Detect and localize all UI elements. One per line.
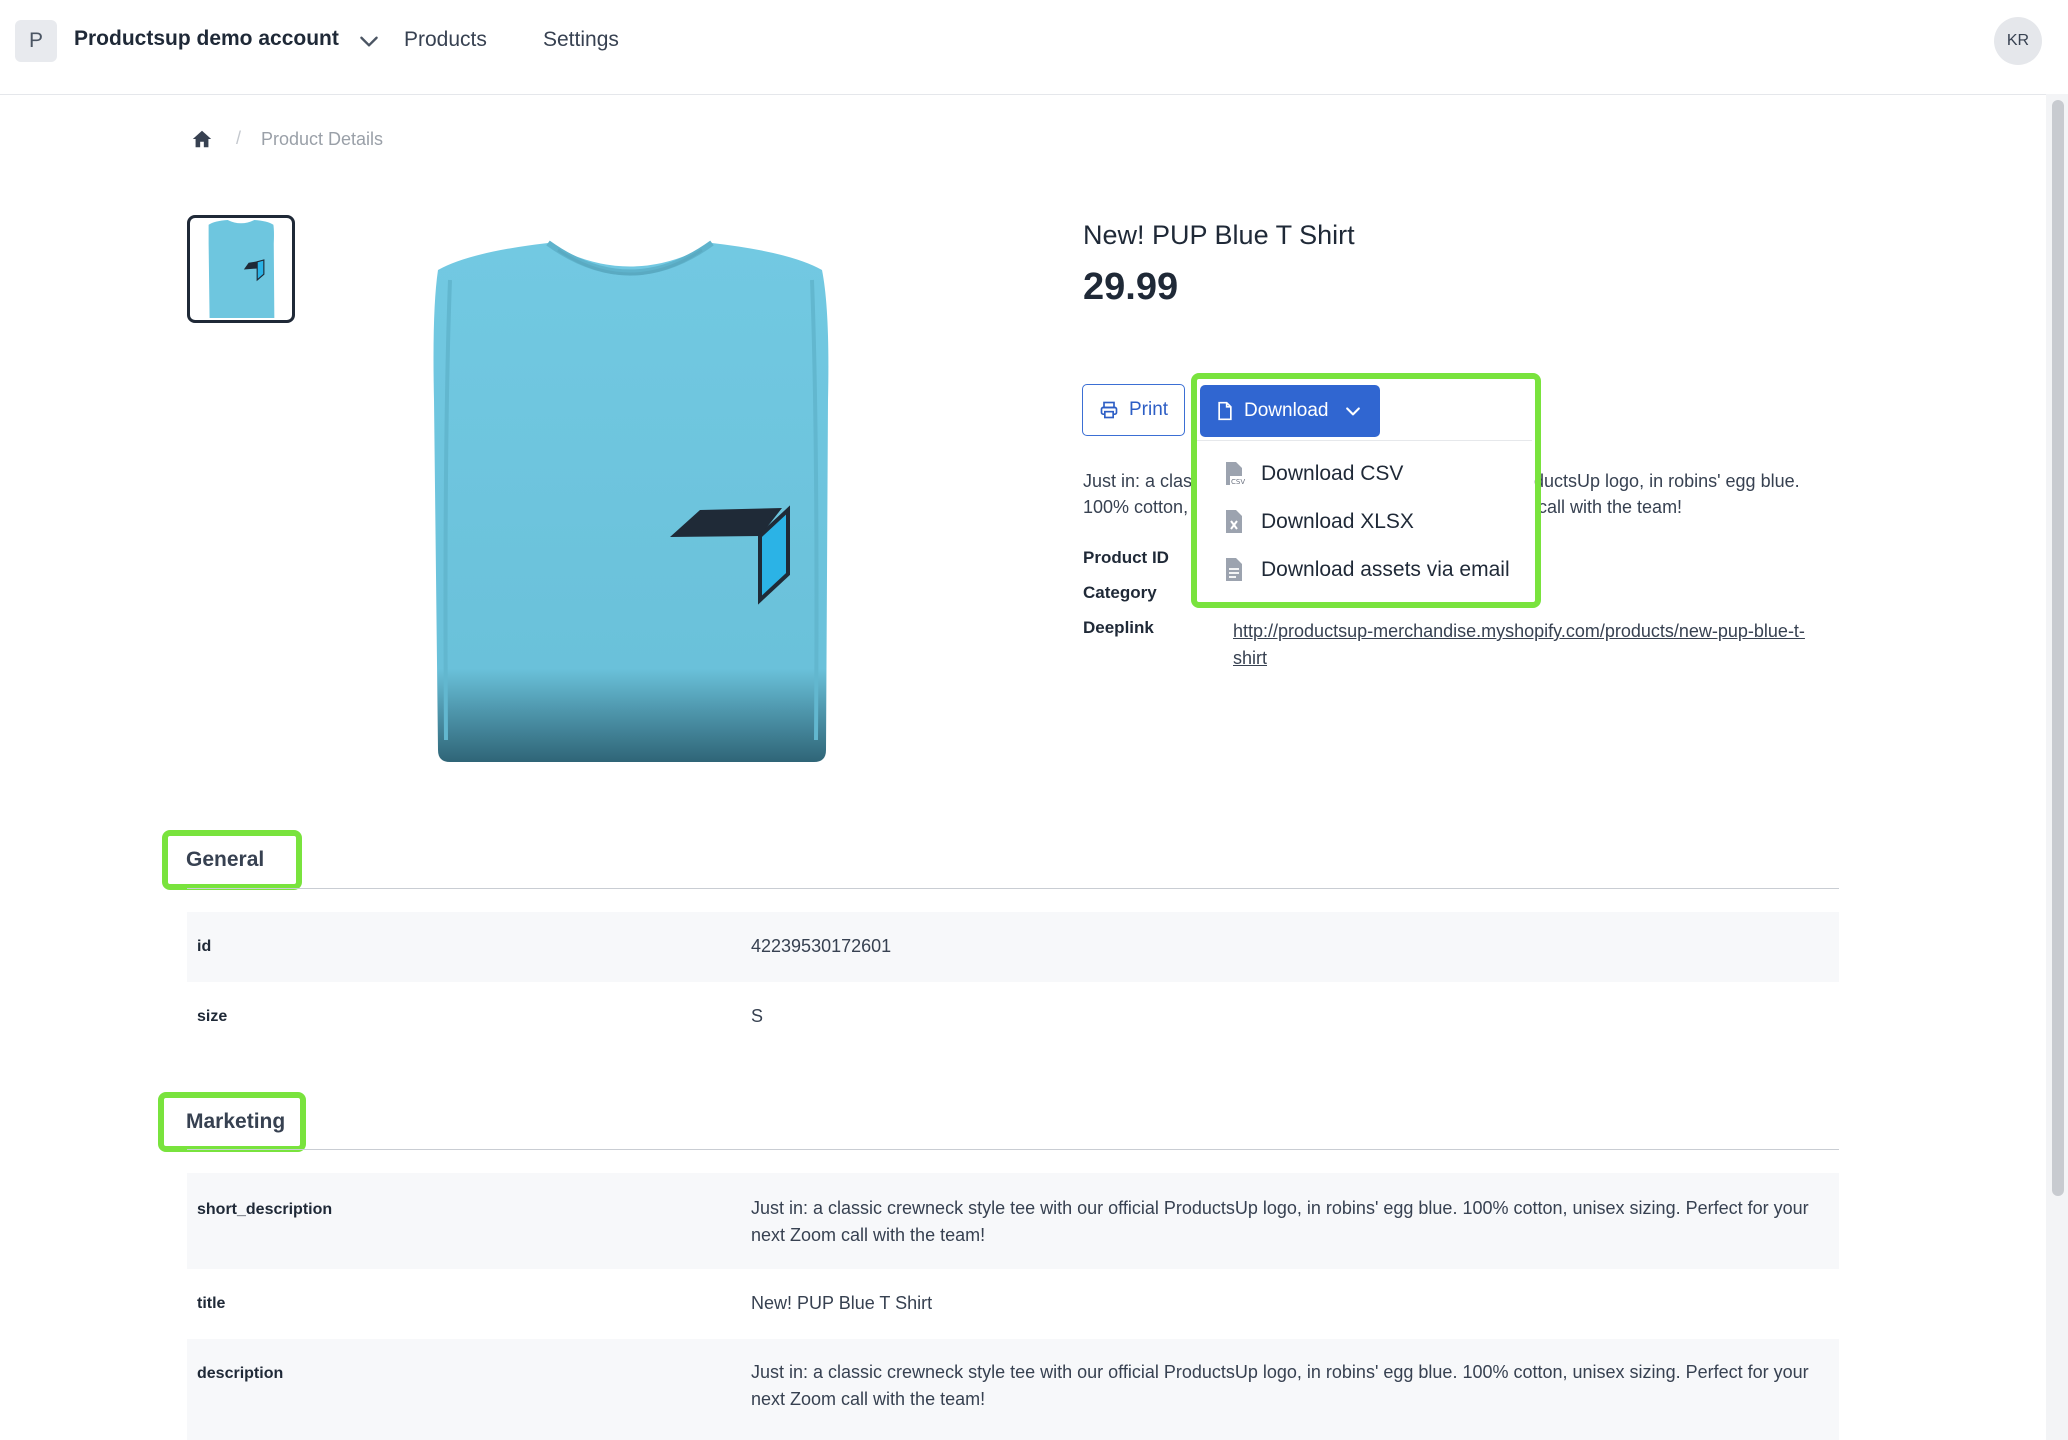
account-badge[interactable]: P bbox=[15, 20, 57, 62]
scrollbar-thumb[interactable] bbox=[2052, 100, 2064, 1196]
nav-settings[interactable]: Settings bbox=[543, 28, 619, 52]
table-row: size S bbox=[187, 982, 1839, 1052]
marketing-section-title: Marketing bbox=[186, 1110, 286, 1133]
user-avatar[interactable]: KR bbox=[1994, 17, 2042, 65]
table-row: description Just in: a classic crewneck … bbox=[187, 1339, 1839, 1440]
row-value: 42239530172601 bbox=[751, 936, 892, 956]
deeplink-label: Deeplink bbox=[1083, 618, 1154, 637]
product-thumbnail[interactable] bbox=[187, 215, 295, 323]
product-title: New! PUP Blue T Shirt bbox=[1083, 220, 1355, 250]
description-line-1-start: Just in: a clas bbox=[1083, 471, 1193, 491]
download-xlsx-item[interactable]: Download XLSX bbox=[1223, 509, 1414, 535]
row-key: id bbox=[197, 938, 212, 955]
table-row: short_description Just in: a classic cre… bbox=[187, 1173, 1839, 1269]
row-key: title bbox=[197, 1295, 226, 1312]
marketing-divider bbox=[187, 1149, 1839, 1150]
description-line-1-end: ductsUp logo, in robins' egg blue. bbox=[1534, 471, 1800, 491]
xlsx-file-icon bbox=[1226, 510, 1242, 533]
description-line-2-start: 100% cotton, bbox=[1083, 497, 1189, 517]
top-header: P Productsup demo account Products Setti… bbox=[0, 0, 2068, 95]
general-divider bbox=[187, 888, 1839, 889]
description-line-2-end: call with the team! bbox=[1538, 497, 1683, 517]
row-key: short_description bbox=[197, 1201, 333, 1218]
chevron-down-icon bbox=[1345, 407, 1360, 416]
document-icon bbox=[1226, 558, 1242, 581]
file-icon bbox=[1218, 401, 1232, 421]
breadcrumb-separator: / bbox=[236, 128, 242, 148]
row-key: size bbox=[197, 1008, 228, 1025]
row-value: New! PUP Blue T Shirt bbox=[751, 1293, 933, 1313]
general-section-title: General bbox=[186, 848, 265, 871]
row-value: Just in: a classic crewneck style tee wi… bbox=[751, 1362, 1809, 1409]
breadcrumb-current: Product Details bbox=[261, 129, 384, 149]
product-id-label: Product ID bbox=[1083, 548, 1169, 567]
product-price: 29.99 bbox=[1083, 266, 1179, 308]
table-row: id 42239530172601 bbox=[187, 912, 1839, 982]
account-name[interactable]: Productsup demo account bbox=[74, 27, 339, 51]
download-csv-item[interactable]: CSV Download CSV bbox=[1223, 461, 1403, 487]
row-key: description bbox=[197, 1365, 284, 1382]
row-value: S bbox=[751, 1006, 764, 1026]
download-xlsx-label: Download XLSX bbox=[1261, 510, 1414, 533]
download-csv-label: Download CSV bbox=[1261, 462, 1404, 485]
tshirt-thumbnail-image bbox=[208, 219, 275, 319]
row-value: Just in: a classic crewneck style tee wi… bbox=[751, 1198, 1809, 1245]
download-assets-email-item[interactable]: Download assets via email bbox=[1223, 557, 1510, 583]
download-label: Download bbox=[1244, 400, 1329, 421]
home-icon[interactable] bbox=[191, 128, 213, 150]
svg-text:CSV: CSV bbox=[1231, 478, 1245, 486]
deeplink-link[interactable]: http://productsup-merchandise.myshopify.… bbox=[1233, 618, 1833, 672]
print-label: Print bbox=[1129, 399, 1169, 420]
table-row: title New! PUP Blue T Shirt bbox=[187, 1269, 1839, 1339]
tshirt-main-image bbox=[433, 240, 829, 762]
csv-file-icon: CSV bbox=[1226, 462, 1247, 486]
category-label: Category bbox=[1083, 583, 1157, 602]
download-button[interactable]: Download bbox=[1200, 385, 1380, 437]
download-assets-email-label: Download assets via email bbox=[1261, 558, 1510, 581]
print-button[interactable]: Print bbox=[1082, 384, 1185, 436]
nav-products[interactable]: Products bbox=[404, 28, 487, 52]
chevron-down-icon[interactable] bbox=[356, 28, 382, 54]
download-dropdown-menu: CSV Download CSV Download XLSX Download … bbox=[1197, 440, 1532, 594]
printer-icon bbox=[1100, 401, 1118, 419]
